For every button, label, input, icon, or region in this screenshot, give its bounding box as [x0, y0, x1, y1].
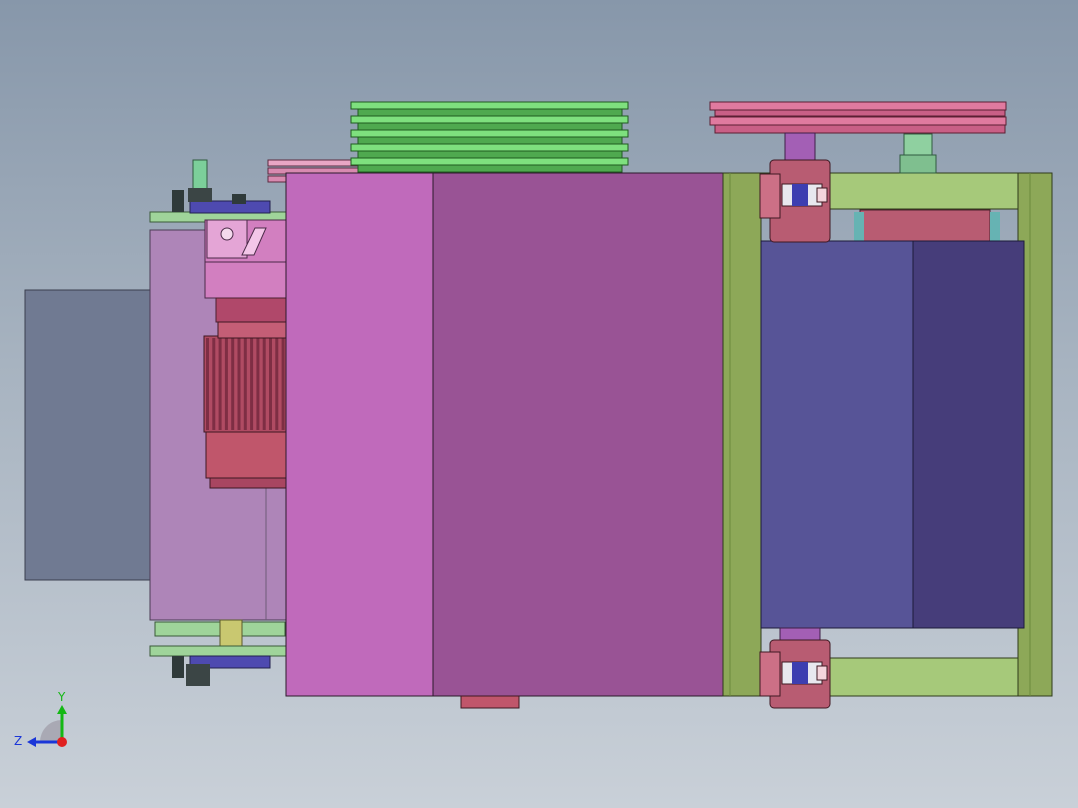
motor-fin	[243, 338, 247, 430]
motor-fin	[218, 338, 222, 430]
motor-fin	[262, 338, 266, 430]
top-shaft	[784, 132, 816, 164]
drive-motor[interactable]	[203, 321, 289, 489]
pulley-groove-inner	[357, 164, 623, 173]
bearing-block-bottom[interactable]	[759, 639, 831, 709]
main-enclosure[interactable]	[285, 172, 724, 709]
blue-cover[interactable]	[760, 240, 1025, 629]
pulley-groove	[350, 115, 629, 124]
motor-fin	[212, 338, 216, 430]
y-axis-arrowhead	[57, 705, 67, 714]
motor-fin	[269, 338, 272, 430]
pulley-groove	[350, 157, 629, 166]
pulley-groove	[350, 129, 629, 138]
pulley-groove	[350, 101, 629, 110]
inner-bracket-right	[990, 212, 1000, 242]
pulley-groove-inner	[357, 150, 623, 159]
cad-model-view[interactable]: Y Z	[0, 0, 1078, 808]
bearing-block-top[interactable]	[759, 159, 831, 243]
gear-reducer[interactable]	[204, 219, 288, 323]
motor-fin	[281, 338, 285, 430]
motor-fin	[224, 338, 228, 430]
motor-fin	[231, 338, 235, 430]
pulley-groove-inner	[357, 108, 623, 117]
motor-fin	[237, 338, 241, 430]
x-axis-dot	[57, 737, 67, 747]
z-axis-label: Z	[14, 734, 22, 748]
motor-fin	[256, 338, 260, 430]
motor-fin	[250, 338, 254, 430]
y-axis-label: Y	[57, 690, 66, 704]
z-axis-arrowhead	[27, 737, 36, 747]
pulley-groove-inner	[357, 136, 623, 145]
motor-fin	[275, 338, 279, 430]
double-groove-pulley[interactable]	[709, 101, 1007, 174]
pulley-groove	[350, 143, 629, 152]
side-block[interactable]	[24, 289, 154, 581]
pulley-groove-inner	[357, 122, 623, 131]
multi-groove-pulley[interactable]	[350, 101, 629, 173]
inner-bracket	[854, 212, 864, 242]
motor-fin	[206, 338, 209, 430]
graphics-viewport[interactable]: Y Z	[0, 0, 1078, 808]
inner-drum	[859, 209, 991, 243]
view-orientation-triad[interactable]: Y Z	[14, 690, 67, 748]
